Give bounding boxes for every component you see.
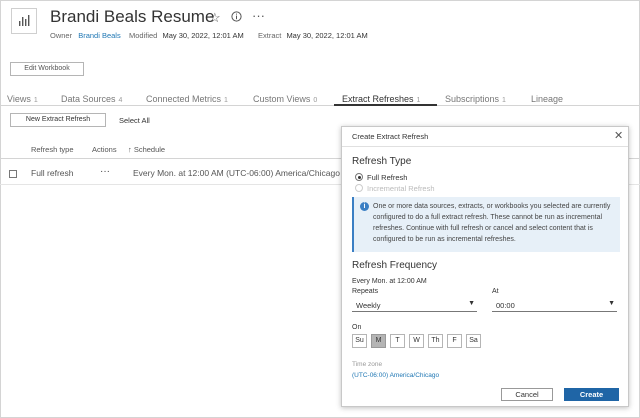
full-refresh-radio[interactable] <box>355 173 363 181</box>
tabs-divider <box>0 105 640 106</box>
page-title: Brandi Beals Resume <box>50 7 215 26</box>
active-tab-indicator <box>334 104 437 106</box>
new-extract-refresh-button[interactable]: New Extract Refresh <box>10 113 106 127</box>
edit-workbook-button[interactable]: Edit Workbook <box>10 62 84 76</box>
day-saturday[interactable]: Sa <box>466 334 481 348</box>
at-time-select[interactable]: 00:00 ▼ <box>492 299 617 312</box>
incremental-refresh-label: Incremental Refresh <box>367 184 435 193</box>
more-icon[interactable]: ··· <box>252 8 265 23</box>
incremental-refresh-radio[interactable] <box>355 184 363 192</box>
tab-connected-metrics[interactable]: Connected Metrics 1 <box>146 94 228 104</box>
refresh-frequency-heading: Refresh Frequency <box>352 260 438 271</box>
at-label: At <box>492 288 499 295</box>
day-monday[interactable]: M <box>371 334 386 348</box>
select-all-button[interactable]: Select All <box>119 116 150 125</box>
tab-bar: Views 1 Data Sources 4 Connected Metrics 1 … <box>0 92 640 106</box>
dialog-title: Create Extract Refresh <box>352 132 429 141</box>
frequency-summary: Every Mon. at 12:00 AM <box>352 278 427 285</box>
day-wednesday[interactable]: W <box>409 334 424 348</box>
repeats-label: Repeats <box>352 288 379 295</box>
schedule-cell: Every Mon. at 12:00 AM (UTC-06:00) Ameri… <box>133 168 340 178</box>
dialog-title-divider <box>342 146 628 147</box>
workbook-icon <box>11 8 37 34</box>
on-label: On <box>352 324 362 331</box>
day-sunday[interactable]: Su <box>352 334 367 348</box>
modified-meta: Modified May 30, 2022, 12:01 AM <box>129 31 244 40</box>
day-friday[interactable]: F <box>447 334 462 348</box>
info-banner: i One or more data sources, extracts, or… <box>352 197 620 252</box>
create-extract-refresh-dialog: Create Extract Refresh ✕ Refresh Type Fu… <box>341 126 629 407</box>
chevron-down-icon: ▼ <box>608 300 615 307</box>
timezone-link[interactable]: (UTC-06:00) America/Chicago <box>352 372 439 379</box>
column-header-refresh-type[interactable]: Refresh type <box>31 145 74 154</box>
row-actions-icon[interactable]: ··· <box>100 166 110 177</box>
column-header-actions: Actions <box>92 145 117 154</box>
info-circle-icon: i <box>360 202 369 211</box>
create-button[interactable]: Create <box>564 388 619 401</box>
timezone-label: Time zone <box>352 361 383 368</box>
tab-data-sources[interactable]: Data Sources 4 <box>61 94 122 104</box>
tab-custom-views[interactable]: Custom Views 0 <box>253 94 317 104</box>
tab-views[interactable]: Views 1 <box>7 94 38 104</box>
tab-extract-refreshes[interactable]: Extract Refreshes 1 <box>342 94 420 104</box>
star-icon[interactable]: ☆ <box>209 10 221 26</box>
refresh-type-heading: Refresh Type <box>352 156 412 167</box>
owner-link[interactable]: Brandi Beals <box>78 31 121 40</box>
row-checkbox[interactable] <box>9 170 17 178</box>
tab-subscriptions[interactable]: Subscriptions 1 <box>445 94 506 104</box>
cancel-button[interactable]: Cancel <box>501 388 553 401</box>
info-icon[interactable] <box>231 10 242 25</box>
chevron-down-icon: ▼ <box>468 300 475 307</box>
info-message: One or more data sources, extracts, or w… <box>373 203 611 243</box>
close-icon[interactable]: ✕ <box>614 129 623 142</box>
repeats-select[interactable]: Weekly ▼ <box>352 299 477 312</box>
day-tuesday[interactable]: T <box>390 334 405 348</box>
column-header-schedule[interactable]: ↑ Schedule <box>128 145 165 154</box>
tab-lineage[interactable]: Lineage <box>531 94 563 104</box>
extract-meta: Extract May 30, 2022, 12:01 AM <box>258 31 368 40</box>
owner-meta: Owner Brandi Beals <box>50 31 121 40</box>
day-thursday[interactable]: Th <box>428 334 443 348</box>
refresh-type-cell: Full refresh <box>31 168 74 178</box>
full-refresh-label: Full Refresh <box>367 173 408 182</box>
